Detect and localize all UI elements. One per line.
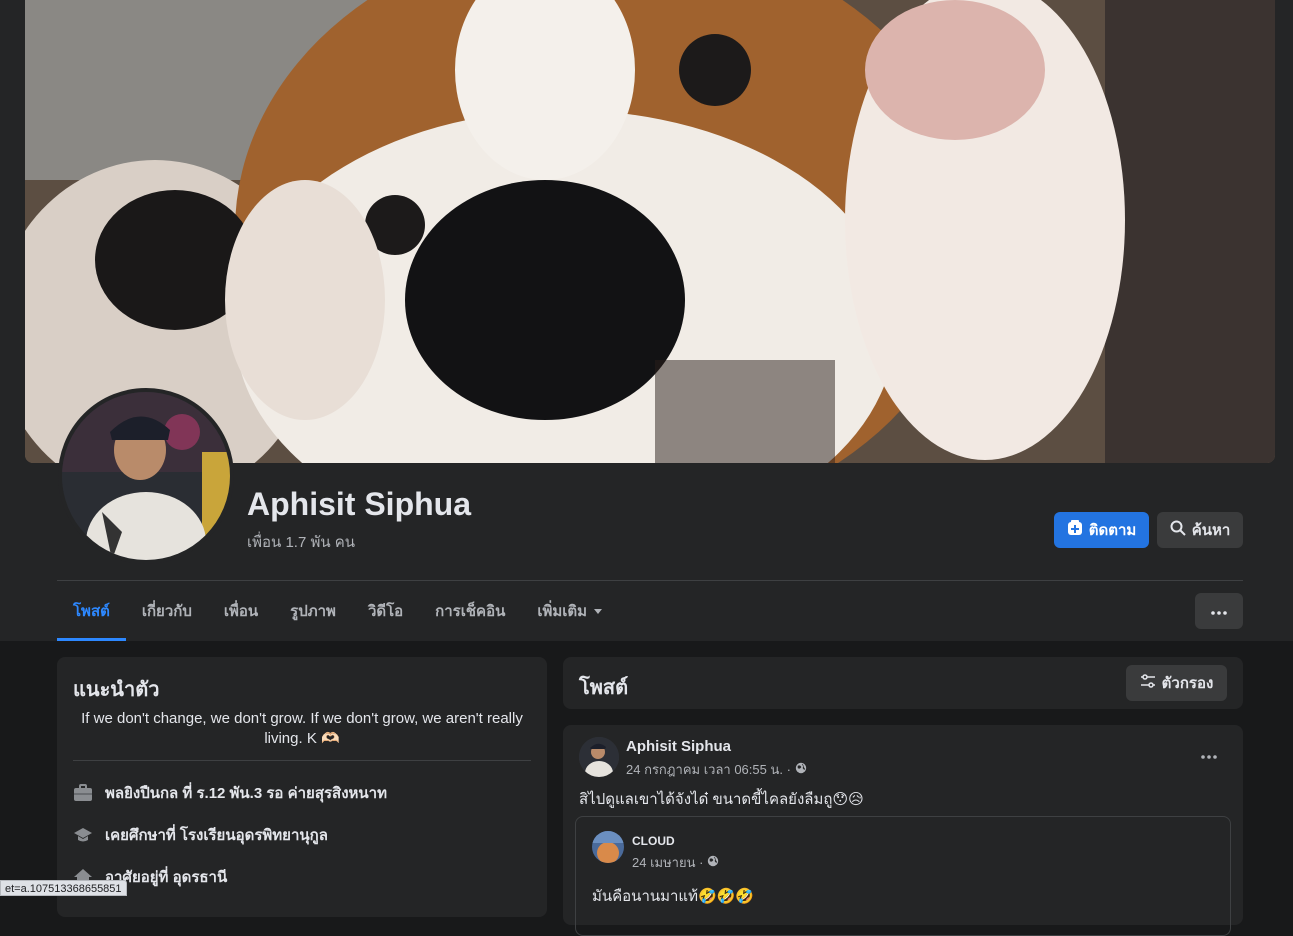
post-author-avatar[interactable] [579,737,619,777]
tab-label: รูปภาพ [290,603,336,620]
post-meta: 24 กรกฎาคม เวลา 06:55 น. · [626,759,807,780]
tab-label: เพื่อน [223,603,259,620]
tab-label: วิดีโอ [367,603,404,620]
tab-friends[interactable]: เพื่อน [208,581,274,641]
profile-search-button[interactable]: ค้นหา [1157,512,1243,548]
tab-label: เพิ่มเติม [537,603,588,620]
search-icon [1170,520,1186,540]
caret-down-icon [593,603,603,620]
profile-name: Aphisit Siphua [247,486,471,522]
briefcase-icon [73,783,93,803]
profile-tabs: โพสต์ เกี่ยวกับ เพื่อน รูปภาพ วิดีโอ การ… [57,581,619,641]
more-options-button[interactable] [1195,593,1243,629]
profile-avatar[interactable] [58,388,234,564]
ellipsis-icon [1211,602,1227,620]
shared-text: มันคือนานมาแท้🤣🤣🤣 [592,888,755,905]
tab-videos[interactable]: วิดีโอ [352,581,419,641]
post-author-name[interactable]: Aphisit Siphua [626,738,731,755]
graduation-cap-icon [73,825,93,845]
bio-text: If we don't change, we don't grow. If we… [81,710,523,747]
globe-icon [795,762,807,777]
tab-label: การเช็คอิน [435,603,506,620]
shared-author-avatar[interactable] [592,831,624,863]
filter-icon [1140,673,1156,693]
posts-header-card: โพสต์ ตัวกรอง [563,657,1243,709]
post-card: Aphisit Siphua 24 กรกฎาคม เวลา 06:55 น. … [563,725,1243,936]
intro-card: แนะนำตัว If we don't change, we don't gr… [57,657,547,917]
work-info: พลยิงปืนกล ที่ ร.12 พัน.3 รอ ค่ายสุรสิงห… [73,781,387,805]
profile-header: Aphisit Siphua เพื่อน 1.7 พัน คน ติดตาม … [0,0,1293,641]
shared-meta: 24 เมษายน · [632,852,719,873]
post-options-button[interactable] [1197,743,1221,767]
work-text: พลยิงปืนกล ที่ ร.12 พัน.3 รอ ค่ายสุรสิงห… [105,785,387,802]
follow-button[interactable]: ติดตาม [1054,512,1149,548]
intro-divider [73,760,531,761]
friends-count[interactable]: เพื่อน 1.7 พัน คน [247,530,355,554]
tab-checkins[interactable]: การเช็คอิน [419,581,521,641]
tab-posts[interactable]: โพสต์ [57,581,126,641]
tab-more[interactable]: เพิ่มเติม [521,581,619,641]
post-text: สิไปดูแลเขาได้จังได๋ ขนาดขี้ไคลยังลืมถู😯… [579,791,864,808]
filter-label: ตัวกรอง [1161,675,1214,692]
shared-timestamp[interactable]: 24 เมษายน · [632,852,703,873]
cover-photo[interactable] [25,0,1275,463]
education-info: เคยศึกษาที่ โรงเรียนอุดรพิทยานุกูล [73,823,328,847]
filter-button[interactable]: ตัวกรอง [1126,665,1227,701]
education-text: เคยศึกษาที่ โรงเรียนอุดรพิทยานุกูล [105,827,328,844]
browser-status-bar: et=a.107513368655851 [0,880,127,896]
ellipsis-icon [1201,746,1217,764]
add-follow-icon [1067,520,1083,540]
intro-title: แนะนำตัว [73,679,160,701]
globe-icon [707,855,719,870]
tab-label: โพสต์ [73,603,110,620]
tab-about[interactable]: เกี่ยวกับ [126,581,208,641]
search-label: ค้นหา [1191,522,1231,539]
tab-photos[interactable]: รูปภาพ [274,581,352,641]
follow-label: ติดตาม [1088,522,1137,539]
post-timestamp[interactable]: 24 กรกฎาคม เวลา 06:55 น. · [626,759,791,780]
shared-author-name[interactable]: CLOUD [632,834,675,848]
shared-post[interactable]: CLOUD 24 เมษายน · มันคือนานมาแท้🤣🤣🤣 [575,816,1231,936]
tab-label: เกี่ยวกับ [141,603,192,620]
posts-title: โพสต์ [579,677,629,699]
